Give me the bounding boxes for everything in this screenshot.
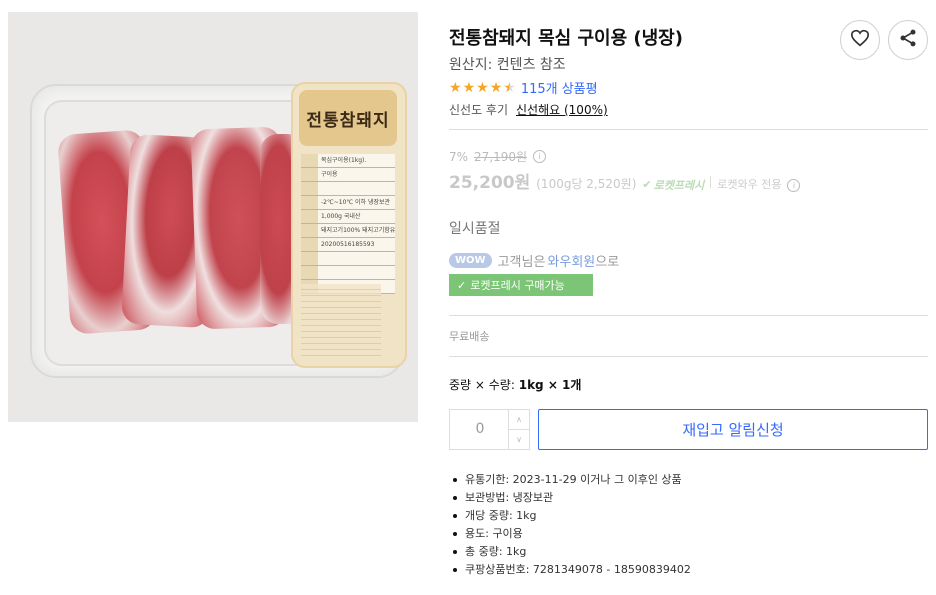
discount-rate: 7% (449, 149, 469, 164)
product-title: 전통참돼지 목심 구이용 (냉장) (449, 28, 683, 49)
star-icon: ★ (489, 79, 503, 96)
detail-item: 쿠팡상품번호: 7281349078 - 18590839402 (451, 561, 691, 579)
product-details-list: 유통기한: 2023-11-29 이거나 그 이후인 상품 보관방법: 냉장보관… (451, 471, 691, 579)
detail-item: 총 중량: 1kg (451, 543, 691, 561)
original-price-row: 7% 27,190원 i (449, 148, 547, 165)
package-label: 전통참돼지 목심구이용(1kg). 구이용 -2℃~10℃ 이하 냉장보관 1,… (291, 82, 407, 368)
label-fine-print (301, 284, 381, 356)
heart-icon (850, 29, 870, 51)
detail-item: 개당 중량: 1kg (451, 507, 691, 525)
check-icon: ✓ (457, 278, 467, 292)
unit-price: (100g당 2,520원) (536, 177, 637, 191)
rocket-badge-label: 로켓프레시 구매가능 (470, 279, 565, 292)
divider (449, 129, 928, 130)
label-table: 목심구이용(1kg). 구이용 -2℃~10℃ 이하 냉장보관 1,000g 국… (301, 154, 395, 294)
quantity-input[interactable]: 0 (450, 410, 510, 451)
rocket-fresh-badge: ✔ 로켓프레시 (642, 178, 705, 192)
label-row: -2℃~10℃ 이하 냉장보관 (301, 196, 395, 210)
label-row (301, 252, 395, 266)
quantity-stepper[interactable]: 0 ∧ ∨ (449, 409, 530, 450)
star-rating: ★ ★ ★ ★ ★ (449, 81, 516, 95)
wow-text-rest: 와우회원으로 (547, 251, 619, 270)
check-icon: ✔ (642, 178, 652, 191)
label-row (301, 266, 395, 280)
label-row (301, 182, 395, 196)
wow-member-link[interactable]: 와우회원 (547, 255, 595, 270)
original-price: 27,190원 (474, 150, 528, 164)
option-value: 1kg × 1개 (518, 378, 582, 392)
rating-row: ★ ★ ★ ★ ★ 115개 상품평 (449, 78, 598, 98)
wow-text-prefix: 고객님은 (497, 255, 546, 270)
wow-member-row: WOW 고객님은 와우회원으로 (449, 251, 619, 270)
review-count-link[interactable]: 115개 상품평 (521, 78, 598, 97)
shipping-info: 무료배송 (449, 330, 490, 343)
info-icon[interactable]: i (787, 179, 801, 192)
detail-item: 보관방법: 냉장보관 (451, 489, 691, 507)
wow-badge: WOW (449, 253, 492, 268)
freshness-review: 신선도 후기 신선해요 (100%) (449, 101, 608, 118)
price-row: 25,200원 (100g당 2,520원) ✔ 로켓프레시 로켓와우 전용 i (449, 168, 801, 193)
restock-notify-button[interactable]: 재입고 알림신청 (538, 409, 928, 450)
share-icon (898, 28, 918, 52)
origin-text: 원산지: 컨텐츠 참조 (449, 57, 566, 73)
divider (449, 356, 928, 357)
option-label: 중량 × 수량: (449, 378, 515, 392)
star-icon: ★ (462, 79, 476, 96)
rocket-fresh-available-badge: ✓ 로켓프레시 구매가능 (449, 274, 593, 296)
freshness-value-link[interactable]: 신선해요 (100%) (516, 101, 608, 118)
share-button[interactable] (888, 20, 928, 60)
detail-item: 용도: 구이용 (451, 525, 691, 543)
stepper-buttons: ∧ ∨ (508, 410, 529, 449)
label-row: 20200516185593 (301, 238, 395, 252)
option-selection: 중량 × 수량: 1kg × 1개 (449, 376, 581, 393)
divider (449, 315, 928, 316)
sale-price: 25,200원 (449, 173, 531, 193)
wow-only-label: 로켓와우 전용 (717, 178, 782, 191)
chevron-up-icon[interactable]: ∧ (509, 410, 529, 430)
wishlist-button[interactable] (840, 20, 880, 60)
divider (710, 176, 712, 188)
freshness-label: 신선도 후기 (449, 103, 509, 117)
label-row: 목심구이용(1kg). (301, 154, 395, 168)
info-icon[interactable]: i (533, 150, 547, 163)
product-image[interactable]: 전통참돼지 목심구이용(1kg). 구이용 -2℃~10℃ 이하 냉장보관 1,… (8, 12, 418, 422)
star-icon: ★ (476, 79, 489, 96)
soldout-status: 일시품절 (449, 221, 501, 237)
star-icon: ★ (449, 79, 462, 96)
chevron-down-icon[interactable]: ∨ (509, 430, 529, 449)
label-row: 구이용 (301, 168, 395, 182)
brand-logo: 전통참돼지 (299, 90, 397, 146)
label-row: 돼지고기100% 돼지고기함유 (301, 224, 395, 238)
detail-item: 유통기한: 2023-11-29 이거나 그 이후인 상품 (451, 471, 691, 489)
half-star-icon: ★ (503, 79, 516, 96)
wow-text-suffix: 으로 (595, 255, 620, 270)
label-row: 1,000g 국내산 (301, 210, 395, 224)
